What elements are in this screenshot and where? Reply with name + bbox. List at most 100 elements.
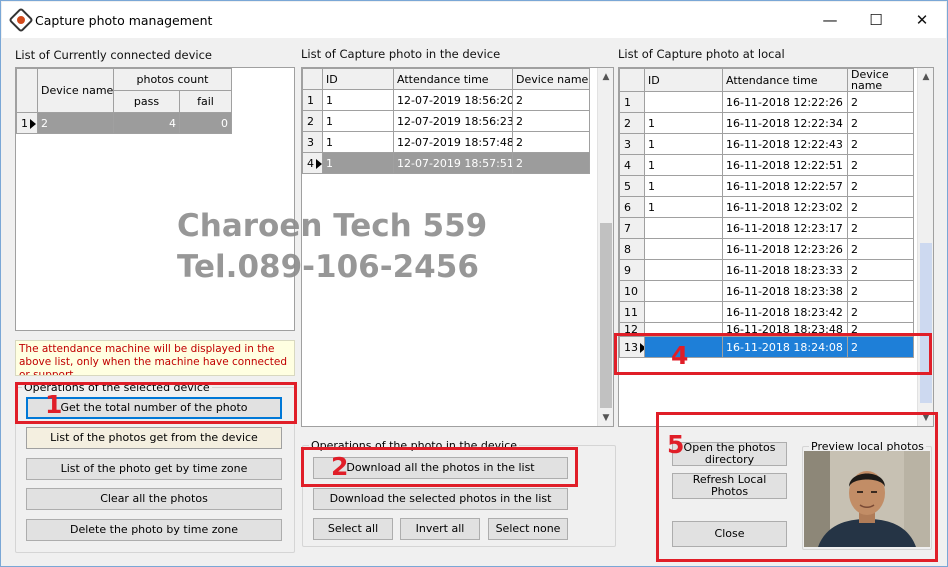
minimize-button[interactable]: — [807,7,853,33]
table-row[interactable]: 3 1 16-11-2018 12:22:43 2 [619,133,914,155]
id-cell: 1 [644,196,723,218]
device-name-cell: 2 [37,112,114,134]
time-cell: 16-11-2018 12:22:51 [722,154,848,176]
row-header: 1 [16,112,38,134]
table-row[interactable]: 11 16-11-2018 18:23:42 2 [619,301,914,323]
list-by-time-button[interactable]: List of the photo get by time zone [26,458,282,480]
pass-header[interactable]: pass [113,90,180,113]
device-cell: 2 [512,131,590,153]
attendance-time-header[interactable]: Attendance time [393,68,513,90]
id-cell: 1 [644,112,723,134]
time-cell: 12-07-2019 18:57:48 [393,131,513,153]
id-cell [644,217,723,239]
maximize-button[interactable]: ☐ [853,7,899,33]
time-cell: 16-11-2018 12:23:02 [722,196,848,218]
table-row[interactable]: 3 1 12-07-2019 18:57:48 2 [302,131,590,153]
device-cell: 2 [512,152,590,174]
window-title: Capture photo management [35,13,213,28]
attendance-time-header[interactable]: Attendance time [722,68,848,92]
row-header: 5 [619,175,645,197]
table-row[interactable]: 8 16-11-2018 12:23:26 2 [619,238,914,260]
device-photos-scrollbar[interactable]: ▲ ▼ [597,68,613,426]
corner-header [302,68,323,90]
time-cell: 12-07-2019 18:57:51 [393,152,513,174]
highlight-box-4 [614,333,932,375]
table-row[interactable]: 2 1 16-11-2018 12:22:34 2 [619,112,914,134]
device-name-header[interactable]: Device name [512,68,590,90]
table-row[interactable]: 2 1 12-07-2019 18:56:23 2 [302,110,590,132]
row-header: 1 [302,89,323,111]
annotation-number-1: 1 [45,390,63,419]
time-cell: 16-11-2018 18:23:42 [722,301,848,323]
scroll-thumb[interactable] [600,223,612,408]
row-header: 6 [619,196,645,218]
id-cell: 1 [322,110,394,132]
annotation-number-2: 2 [331,452,349,481]
clear-all-button[interactable]: Clear all the photos [26,488,282,510]
time-cell: 12-07-2019 18:56:20 [393,89,513,111]
table-row[interactable]: 1 1 12-07-2019 18:56:20 2 [302,89,590,111]
local-photos-label: List of Capture photo at local [618,47,785,61]
select-none-button[interactable]: Select none [488,518,568,540]
id-cell: 1 [322,89,394,111]
device-row[interactable]: 1 2 4 0 [16,112,232,134]
time-cell: 16-11-2018 12:23:17 [722,217,848,239]
device-photos-label: List of Capture photo in the device [301,47,501,61]
row-header: 3 [302,131,323,153]
table-row[interactable]: 7 16-11-2018 12:23:17 2 [619,217,914,239]
time-cell: 16-11-2018 12:22:34 [722,112,848,134]
photos-count-header[interactable]: photos count [113,68,232,91]
row-header: 2 [302,110,323,132]
row-header: 10 [619,280,645,302]
device-photos-grid[interactable]: ID Attendance time Device name 1 1 12-07… [301,67,614,427]
table-row[interactable]: 1 16-11-2018 12:22:26 2 [619,91,914,113]
scroll-up-icon[interactable]: ▲ [918,68,933,85]
device-cell: 2 [847,217,914,239]
device-photos-table: ID Attendance time Device name 1 1 12-07… [302,68,590,174]
delete-by-time-button[interactable]: Delete the photo by time zone [26,519,282,541]
id-header[interactable]: ID [644,68,723,92]
title-bar: Capture photo management — ☐ ✕ [2,2,946,38]
table-row[interactable]: 10 16-11-2018 18:23:38 2 [619,280,914,302]
id-cell: 1 [322,152,394,174]
corner-header [16,68,38,113]
table-row[interactable]: 5 1 16-11-2018 12:22:57 2 [619,175,914,197]
close-window-button[interactable]: ✕ [899,7,945,33]
table-row-selected[interactable]: 4 1 12-07-2019 18:57:51 2 [302,152,590,174]
row-header: 8 [619,238,645,260]
download-selected-button[interactable]: Download the selected photos in the list [313,488,568,510]
connected-devices-table: Device name photos count pass fail 1 2 4… [16,68,232,134]
id-cell [644,238,723,260]
table-row[interactable]: 6 1 16-11-2018 12:23:02 2 [619,196,914,218]
row-header: 7 [619,217,645,239]
row-header: 1 [619,91,645,113]
scroll-up-icon[interactable]: ▲ [598,68,613,85]
list-from-device-button[interactable]: List of the photos get from the device [26,427,282,449]
local-photos-table: ID Attendance time Device name 1 16-11-20… [619,68,914,358]
device-cell: 2 [847,238,914,260]
id-header[interactable]: ID [322,68,394,90]
select-all-button[interactable]: Select all [313,518,393,540]
annotation-number-4: 4 [671,341,689,370]
device-cell: 2 [512,89,590,111]
table-row[interactable]: 4 1 16-11-2018 12:22:51 2 [619,154,914,176]
time-cell: 16-11-2018 12:23:26 [722,238,848,260]
device-name-header[interactable]: Device name [847,68,914,92]
invert-all-button[interactable]: Invert all [400,518,480,540]
device-cell: 2 [847,91,914,113]
scroll-thumb[interactable] [920,243,932,403]
time-cell: 16-11-2018 18:23:33 [722,259,848,281]
device-name-header[interactable]: Device name [37,68,114,113]
connected-devices-grid[interactable]: Device name photos count pass fail 1 2 4… [15,67,295,331]
fail-header[interactable]: fail [179,90,232,113]
time-cell: 16-11-2018 12:22:26 [722,91,848,113]
scroll-down-icon[interactable]: ▼ [598,409,613,426]
id-cell [644,259,723,281]
table-row[interactable]: 9 16-11-2018 18:23:33 2 [619,259,914,281]
device-cell: 2 [847,175,914,197]
pass-cell: 4 [113,112,180,134]
id-cell: 1 [644,175,723,197]
annotation-number-5: 5 [667,430,685,459]
highlight-box-5 [656,412,938,562]
app-logo-icon [8,7,34,33]
